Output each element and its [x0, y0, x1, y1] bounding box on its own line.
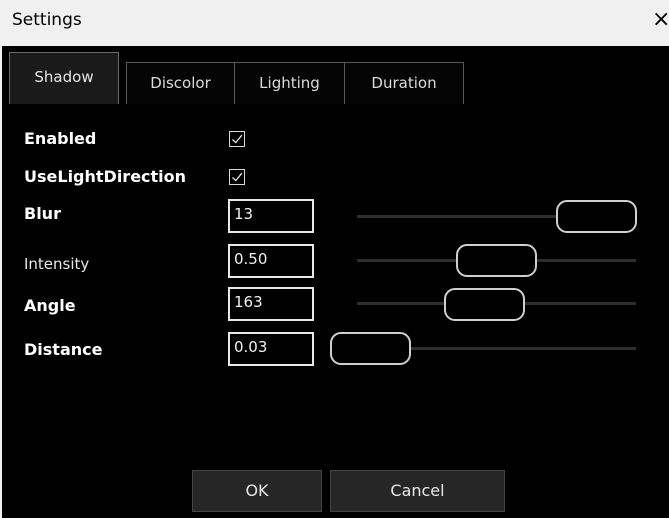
intensity-slider-thumb[interactable]	[456, 244, 537, 277]
angle-label: Angle	[24, 296, 76, 315]
enabled-checkbox[interactable]	[229, 131, 245, 147]
tab-discolor[interactable]: Discolor	[126, 62, 235, 104]
distance-slider-thumb[interactable]	[330, 332, 411, 365]
blur-input[interactable]: 13	[228, 199, 314, 233]
intensity-input[interactable]: 0.50	[228, 244, 314, 278]
title-bar: Settings ×	[0, 0, 669, 46]
angle-input[interactable]: 163	[228, 287, 314, 321]
check-icon	[232, 134, 243, 144]
settings-dialog: Shadow Discolor Lighting Duration Enable…	[2, 46, 669, 518]
use-light-direction-checkbox[interactable]	[229, 169, 245, 185]
cancel-button[interactable]: Cancel	[330, 470, 505, 512]
intensity-label: Intensity	[24, 255, 90, 273]
check-icon	[232, 172, 243, 182]
close-icon[interactable]: ×	[652, 6, 669, 34]
ok-button[interactable]: OK	[192, 470, 322, 512]
distance-input[interactable]: 0.03	[228, 332, 314, 366]
window-title: Settings	[12, 10, 82, 30]
blur-label: Blur	[24, 204, 61, 223]
use-light-direction-label: UseLightDirection	[24, 167, 187, 186]
tab-lighting[interactable]: Lighting	[234, 62, 345, 104]
enabled-label: Enabled	[24, 129, 97, 148]
distance-label: Distance	[24, 340, 103, 359]
blur-slider-thumb[interactable]	[556, 200, 637, 233]
angle-slider-thumb[interactable]	[444, 288, 525, 321]
tab-shadow[interactable]: Shadow	[9, 52, 119, 104]
tab-duration[interactable]: Duration	[344, 62, 464, 104]
